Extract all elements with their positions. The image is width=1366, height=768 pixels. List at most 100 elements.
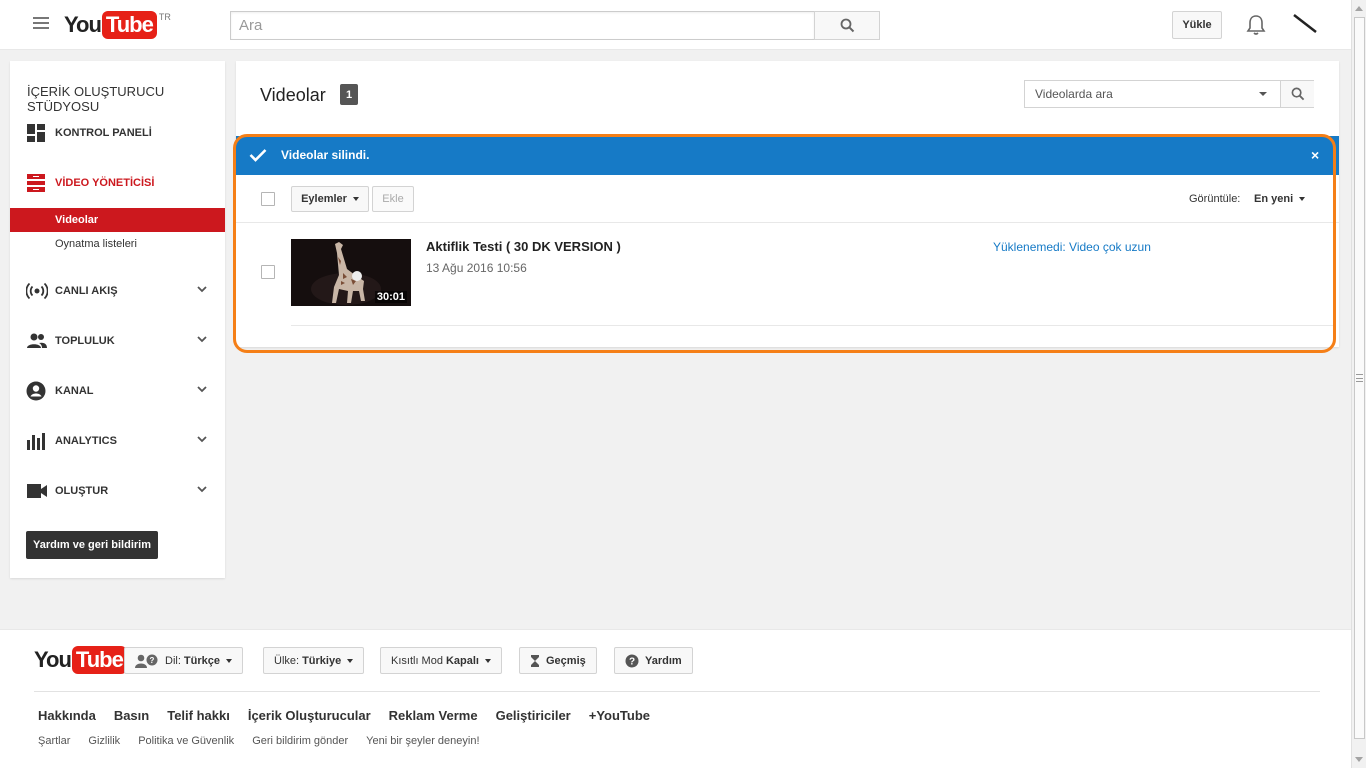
chevron-down-icon[interactable] — [197, 385, 207, 393]
history-button[interactable]: Geçmiş — [519, 647, 597, 674]
studio-title[interactable]: İÇERİK OLUŞTURUCU STÜDYOSU — [27, 84, 225, 114]
sidebar-item-video-manager[interactable]: VİDEO YÖNETİCİSİ — [10, 168, 225, 198]
footer-link-terms[interactable]: Şartlar — [38, 735, 70, 747]
page-scrollbar[interactable] — [1351, 0, 1366, 768]
sort-dropdown[interactable]: En yeni — [1254, 193, 1306, 205]
community-icon — [27, 333, 47, 348]
help-feedback-button[interactable]: Yardım ve geri bildirim — [26, 531, 158, 559]
upload-button[interactable]: Yükle — [1172, 11, 1222, 39]
video-manager-panel: Videolar 1 Videolar silindi. × Eylemler … — [236, 61, 1339, 347]
video-search-button[interactable] — [1280, 81, 1314, 107]
live-icon — [26, 282, 48, 300]
sidebar-item-label: KONTROL PANELİ — [55, 127, 152, 139]
notifications-bell-icon[interactable] — [1246, 14, 1266, 39]
history-label: Geçmiş — [546, 654, 586, 667]
video-manager-icon — [27, 174, 45, 192]
logo-you-text: You — [34, 647, 72, 672]
sort-value: En yeni — [1254, 193, 1294, 205]
search-icon — [1291, 87, 1304, 101]
video-search-input[interactable] — [1025, 81, 1255, 107]
svg-text:?: ? — [150, 656, 155, 665]
country-value: Türkiye — [302, 654, 342, 667]
country-button[interactable]: Ülke: Türkiye — [263, 647, 365, 674]
footer-link-about[interactable]: Hakkında — [38, 708, 96, 723]
actions-dropdown-button[interactable]: Eylemler — [291, 186, 369, 212]
youtube-logo[interactable]: You Tube TR — [64, 11, 171, 39]
sidebar-subitem-videos[interactable]: Videolar — [10, 208, 225, 232]
footer-link-creators[interactable]: İçerik Oluşturucular — [248, 708, 371, 723]
sidebar-item-community[interactable]: TOPLULUK — [10, 326, 225, 356]
chevron-down-icon[interactable] — [197, 285, 207, 293]
caret-down-icon — [1299, 197, 1306, 201]
country-prefix: Ülke: — [274, 654, 300, 667]
sidebar-subitem-label: Videolar — [55, 214, 99, 226]
dashboard-icon — [27, 124, 45, 142]
svg-text:?: ? — [629, 656, 635, 667]
region-label: TR — [158, 12, 171, 22]
footer-link-privacy[interactable]: Gizlilik — [88, 735, 120, 747]
chevron-down-icon[interactable] — [197, 435, 207, 443]
close-icon[interactable]: × — [1311, 147, 1319, 163]
search-options-dropdown-icon[interactable] — [1259, 92, 1267, 96]
sidebar-item-label: TOPLULUK — [55, 335, 115, 347]
video-thumbnail[interactable]: 30:01 — [291, 239, 411, 306]
chevron-down-icon[interactable] — [197, 485, 207, 493]
restricted-prefix: Kısıtlı Mod — [391, 654, 443, 667]
footer-link-policy-safety[interactable]: Politika ve Güvenlik — [138, 735, 234, 747]
table-row: 30:01 Aktiflik Testi ( 30 DK VERSION ) 1… — [236, 223, 1339, 326]
footer-youtube-logo[interactable]: You Tube — [34, 646, 127, 674]
footer-link-advertise[interactable]: Reklam Verme — [389, 708, 478, 723]
video-title[interactable]: Aktiflik Testi ( 30 DK VERSION ) — [426, 239, 621, 254]
language-icon: ? — [135, 654, 159, 668]
footer-link-press[interactable]: Basın — [114, 708, 149, 723]
language-value: Türkçe — [183, 654, 220, 667]
menu-icon[interactable] — [33, 17, 49, 31]
search-input[interactable] — [231, 12, 814, 39]
checkmark-icon — [249, 149, 267, 162]
footer-link-developers[interactable]: Geliştiriciler — [496, 708, 571, 723]
restricted-mode-button[interactable]: Kısıtlı Mod Kapalı — [380, 647, 502, 674]
logo-tube-text: Tube — [101, 11, 157, 39]
logo-you-text: You — [64, 12, 102, 37]
chevron-down-icon[interactable] — [197, 335, 207, 343]
search-button[interactable] — [814, 11, 880, 40]
top-bar: You Tube TR Yükle — [0, 0, 1351, 50]
video-select-checkbox[interactable] — [261, 265, 275, 279]
sidebar-item-label: VİDEO YÖNETİCİSİ — [55, 177, 155, 189]
sidebar-item-label: ANALYTICS — [55, 435, 117, 447]
add-to-button[interactable]: Ekle — [372, 186, 414, 212]
language-button[interactable]: ? Dil: Türkçe — [124, 647, 243, 674]
help-button[interactable]: ? Yardım — [614, 647, 693, 674]
sidebar-item-live[interactable]: CANLI AKIŞ — [10, 276, 225, 306]
footer-links: Hakkında Basın Telif hakkı İçerik Oluştu… — [38, 708, 650, 723]
row-divider — [291, 325, 1334, 326]
studio-sidebar: İÇERİK OLUŞTURUCU STÜDYOSU KONTROL PANEL… — [10, 61, 225, 578]
scroll-up-arrow-icon[interactable] — [1355, 6, 1363, 11]
video-list-toolbar: Eylemler Ekle Görüntüle: En yeni — [236, 175, 1339, 223]
sidebar-item-label: OLUŞTUR — [55, 485, 109, 497]
notice-message: Videolar silindi. — [281, 148, 370, 162]
footer-link-try-new[interactable]: Yeni bir şeyler deneyin! — [366, 735, 479, 747]
hourglass-icon — [530, 654, 540, 668]
page-title: Videolar — [260, 85, 326, 105]
sidebar-item-analytics[interactable]: ANALYTICS — [10, 426, 225, 456]
sidebar-subitem-playlists[interactable]: Oynatma listeleri — [10, 232, 225, 256]
view-sort-label: Görüntüle: — [1189, 193, 1241, 205]
help-label: Yardım — [645, 654, 682, 667]
scroll-down-arrow-icon[interactable] — [1355, 757, 1363, 762]
scroll-grip-icon — [1356, 374, 1363, 382]
analytics-icon — [27, 433, 45, 450]
footer-small-links: Şartlar Gizlilik Politika ve Güvenlik Ge… — [38, 735, 480, 747]
sidebar-subitem-label: Oynatma listeleri — [55, 238, 137, 250]
sidebar-item-create[interactable]: OLUŞTUR — [10, 476, 225, 506]
footer-link-send-feedback[interactable]: Geri bildirim gönder — [252, 735, 348, 747]
footer-link-plus-youtube[interactable]: +YouTube — [589, 708, 650, 723]
video-status-link[interactable]: Yüklenemedi: Video çok uzun — [993, 240, 1151, 254]
sidebar-item-channel[interactable]: KANAL — [10, 376, 225, 406]
select-all-checkbox[interactable] — [261, 192, 275, 206]
caret-down-icon — [347, 658, 354, 663]
video-count-badge: 1 — [340, 84, 358, 105]
avatar[interactable] — [1290, 12, 1320, 36]
footer-link-copyright[interactable]: Telif hakkı — [167, 708, 230, 723]
sidebar-item-dashboard[interactable]: KONTROL PANELİ — [10, 118, 225, 148]
